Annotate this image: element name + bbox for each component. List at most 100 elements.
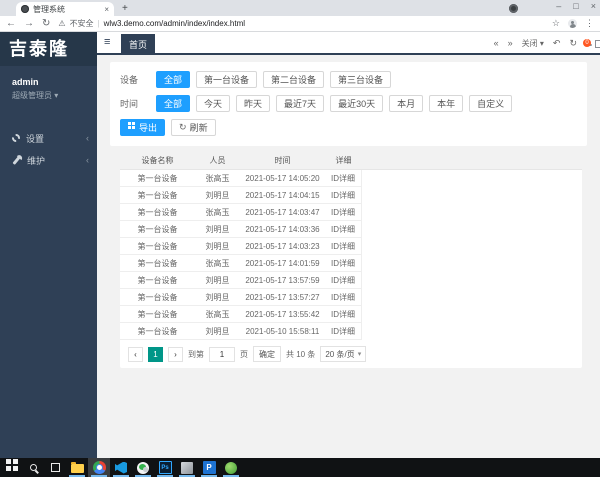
- table-row: 第一台设备 张高玉 2021-05-17 14:01:59 ID详细: [120, 255, 582, 272]
- column-header: 时间: [274, 156, 291, 165]
- detail-link[interactable]: ID详细: [325, 323, 362, 340]
- table-cell: 刘明旦: [195, 272, 240, 289]
- table-cell: 第一台设备: [120, 255, 195, 272]
- page-confirm-button[interactable]: 确定: [253, 346, 281, 362]
- browser-tab[interactable]: 管理系统 ×: [16, 2, 114, 16]
- wechat-icon: [137, 461, 149, 474]
- table-cell: 张高玉: [195, 306, 240, 323]
- filter-option-button[interactable]: 第三台设备: [330, 71, 392, 88]
- table-cell: 张高玉: [195, 204, 240, 221]
- logo: 吉泰隆: [0, 32, 97, 66]
- refresh-page-icon[interactable]: ↻: [569, 39, 577, 48]
- undo-icon[interactable]: ↶: [553, 39, 561, 48]
- detail-link[interactable]: ID详细: [325, 221, 362, 238]
- table-cell: 第一台设备: [120, 221, 195, 238]
- detail-link[interactable]: ID详细: [325, 255, 362, 272]
- detail-link[interactable]: ID详细: [325, 272, 362, 289]
- page-prev-button[interactable]: ‹: [128, 346, 143, 362]
- taskbar-gray-app-button[interactable]: [176, 458, 198, 477]
- taskbar-explorer-button[interactable]: [66, 458, 88, 477]
- window-close-button[interactable]: ×: [591, 1, 596, 11]
- table-body: 第一台设备 张高玉 2021-05-17 14:05:20 ID详细 第一台设备 刘明旦 2…: [120, 170, 582, 340]
- page-next-button[interactable]: ›: [168, 346, 183, 362]
- new-tab-button[interactable]: +: [122, 3, 128, 15]
- per-page-select[interactable]: 20 条/页 ▾: [320, 346, 367, 362]
- taskbar-wechat-button[interactable]: [132, 458, 154, 477]
- tab-close-icon[interactable]: ×: [104, 5, 109, 14]
- filter-option-button[interactable]: 昨天: [236, 95, 271, 112]
- detail-link[interactable]: ID详细: [325, 170, 362, 187]
- url-text: wlw3.demo.com/admin/index/index.html: [103, 19, 246, 28]
- table-cell: 第一台设备: [120, 238, 195, 255]
- taskbar-green-app-button[interactable]: [220, 458, 242, 477]
- close-tabs-dropdown[interactable]: 关闭 ▾: [522, 38, 544, 49]
- p-app-icon: P: [202, 461, 216, 474]
- refresh-button[interactable]: ↻ 刷新: [171, 119, 216, 136]
- filter-option-button[interactable]: 第一台设备: [196, 71, 258, 88]
- browser-tab-title: 管理系统: [33, 4, 65, 14]
- back-icon[interactable]: ←: [6, 18, 16, 29]
- tabs-scroll-left-icon[interactable]: «: [494, 39, 499, 48]
- user-role-dropdown[interactable]: 超级管理员 ▾: [12, 90, 97, 101]
- browser-menu-icon[interactable]: ⋮: [585, 18, 594, 29]
- detail-link[interactable]: ID详细: [325, 204, 362, 221]
- security-label: 不安全: [69, 19, 94, 28]
- reload-icon[interactable]: ↻: [42, 18, 50, 29]
- photoshop-icon: Ps: [158, 461, 172, 474]
- sidebar: 吉泰隆 admin 超级管理员 ▾ 设置 ‹ 维护 ‹: [0, 32, 97, 458]
- chrome-icon: [92, 461, 106, 474]
- detail-link[interactable]: ID详细: [325, 289, 362, 306]
- page-number-input[interactable]: [209, 346, 235, 362]
- filter-option-button[interactable]: 第二台设备: [263, 71, 325, 88]
- filter-option-button[interactable]: 自定义: [469, 95, 513, 112]
- taskbar-vscode-button[interactable]: [110, 458, 132, 477]
- table-row: 第一台设备 张高玉 2021-05-17 14:03:47 ID详细: [120, 204, 582, 221]
- taskbar-start-button[interactable]: [0, 458, 22, 477]
- main-area: ≡ 首页 « » 关闭 ▾ ↶ ↻ 0 设备 全部 第一台设备 第二台设备 第三…: [97, 32, 600, 458]
- sidebar-item-settings[interactable]: 设置 ‹: [0, 127, 97, 149]
- sidebar-item-label: 设置: [26, 133, 45, 144]
- sidebar-menu: 设置 ‹ 维护 ‹: [0, 127, 97, 171]
- filter-option-button[interactable]: 全部: [156, 71, 191, 88]
- filter-option-button[interactable]: 全部: [156, 95, 191, 112]
- more-tools-icon[interactable]: [595, 39, 600, 48]
- page-current-button[interactable]: 1: [148, 346, 163, 362]
- globe-favicon-icon: [21, 5, 29, 13]
- window-minimize-button[interactable]: –: [556, 1, 561, 11]
- table-cell: 张高玉: [195, 170, 240, 187]
- filter-option-button[interactable]: 今天: [196, 95, 231, 112]
- forward-icon[interactable]: →: [24, 18, 34, 29]
- filter-option-button[interactable]: 最近30天: [330, 95, 384, 112]
- tabs-scroll-right-icon[interactable]: »: [508, 39, 513, 48]
- taskbar-photoshop-button[interactable]: Ps: [154, 458, 176, 477]
- taskbar-chrome-button[interactable]: [88, 458, 110, 477]
- filter-option-button[interactable]: 本年: [429, 95, 464, 112]
- user-block[interactable]: admin 超级管理员 ▾: [0, 66, 97, 101]
- window-maximize-button[interactable]: □: [573, 1, 578, 11]
- bookmark-star-icon[interactable]: ☆: [552, 18, 560, 29]
- filter-option-button[interactable]: 最近7天: [276, 95, 325, 112]
- table-cell: 2021-05-17 14:03:47: [240, 204, 325, 221]
- hamburger-icon[interactable]: ≡: [104, 36, 110, 48]
- username: admin: [12, 77, 39, 87]
- table-row: 第一台设备 张高玉 2021-05-17 13:55:42 ID详细: [120, 306, 582, 323]
- sidebar-item-maintenance[interactable]: 维护 ‹: [0, 149, 97, 171]
- green-app-icon: [225, 461, 237, 474]
- detail-link[interactable]: ID详细: [325, 306, 362, 323]
- detail-link[interactable]: ID详细: [325, 238, 362, 255]
- table-cell: 2021-05-17 14:03:36: [240, 221, 325, 238]
- browser-addressbar: ← → ↻ ⚠ 不安全 | wlw3.demo.com/admin/index/…: [0, 16, 600, 32]
- content: 设备 全部 第一台设备 第二台设备 第三台设备 时间 全部 今天 昨天 最近7天 最近30天本…: [97, 57, 600, 440]
- filter-option-button[interactable]: 本月: [389, 95, 424, 112]
- taskbar-search-button[interactable]: [22, 458, 44, 477]
- profile-avatar-icon[interactable]: [568, 19, 577, 28]
- table-cell: 第一台设备: [120, 289, 195, 306]
- tab-home[interactable]: 首页: [121, 34, 156, 55]
- taskbar-taskview-button[interactable]: [44, 458, 66, 477]
- url-bar[interactable]: ⚠ 不安全 | wlw3.demo.com/admin/index/index.…: [58, 18, 544, 29]
- url-separator: |: [97, 19, 100, 28]
- taskbar-p-app-button[interactable]: P: [198, 458, 220, 477]
- browser-profile-icon[interactable]: [509, 4, 518, 13]
- export-button[interactable]: 导出: [120, 119, 166, 136]
- detail-link[interactable]: ID详细: [325, 187, 362, 204]
